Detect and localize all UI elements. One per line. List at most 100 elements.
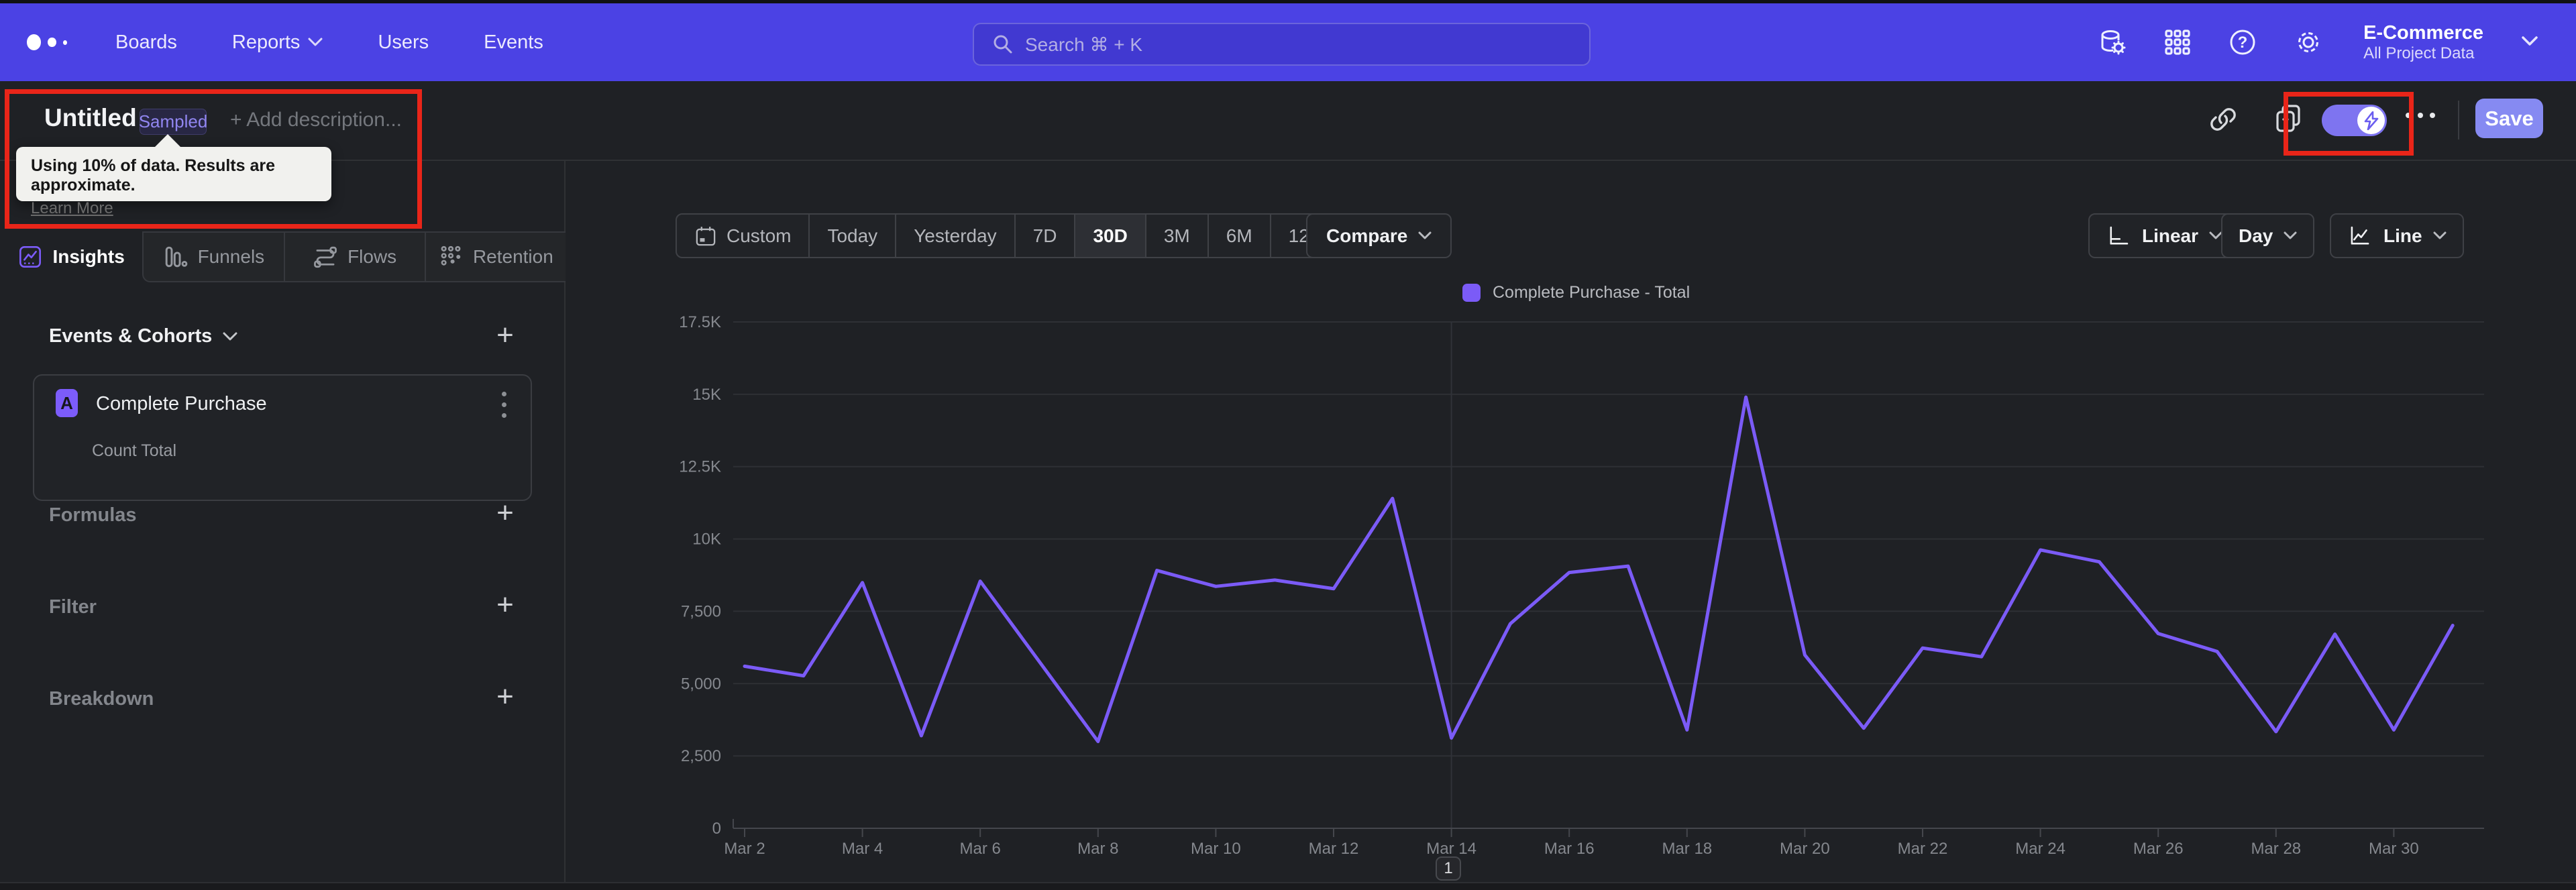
apps-grid-icon[interactable] xyxy=(2163,28,2192,56)
top-nav: Boards Reports Users Events Search ⌘ + K xyxy=(0,3,2576,81)
tab-insights[interactable]: Insights xyxy=(0,231,142,282)
event-letter-badge: A xyxy=(56,389,78,417)
range-7d[interactable]: 7D xyxy=(1016,215,1076,257)
range-yesterday[interactable]: Yesterday xyxy=(896,215,1016,257)
y-axis-label: 17.5K xyxy=(679,313,721,331)
search-input[interactable]: Search ⌘ + K xyxy=(973,23,1591,66)
nav-item-events[interactable]: Events xyxy=(484,32,543,54)
more-options-button[interactable] xyxy=(2406,113,2435,118)
range-today[interactable]: Today xyxy=(810,215,897,257)
tab-flows[interactable]: Flows xyxy=(284,231,426,282)
granularity-label: Day xyxy=(2239,225,2273,246)
report-title[interactable]: Untitled xyxy=(44,104,137,132)
x-axis-label: Mar 20 xyxy=(1780,840,1830,858)
page-1-button[interactable]: 1 xyxy=(1436,856,1461,881)
project-scope: All Project Data xyxy=(2363,44,2475,62)
scale-dropdown[interactable]: Linear xyxy=(2088,213,2241,258)
range-6m[interactable]: 6M xyxy=(1209,215,1271,257)
chart-type-label: Line xyxy=(2383,225,2422,246)
sampled-badge[interactable]: Sampled xyxy=(139,109,207,135)
x-axis-label: Mar 4 xyxy=(842,840,883,858)
nav-item-users[interactable]: Users xyxy=(378,32,429,54)
date-range-segmented-control: CustomTodayYesterday7D30D3M6M12M xyxy=(676,213,1344,258)
sampling-toggle[interactable] xyxy=(2322,105,2387,136)
x-axis-label: Mar 30 xyxy=(2369,840,2419,858)
settings-gear-icon[interactable] xyxy=(2294,27,2323,57)
save-button[interactable]: Save xyxy=(2475,99,2543,138)
search-placeholder: Search ⌘ + K xyxy=(1025,34,1143,55)
filter-section-label: Filter xyxy=(49,596,97,618)
x-axis-label: Mar 26 xyxy=(2133,840,2184,858)
compare-label: Compare xyxy=(1326,225,1408,246)
y-axis-label: 7,500 xyxy=(681,602,721,620)
nav-label: Boards xyxy=(115,31,177,53)
event-metric[interactable]: Count Total xyxy=(92,441,176,461)
divider xyxy=(2458,101,2459,140)
compare-button[interactable]: Compare xyxy=(1306,213,1452,258)
flows-icon xyxy=(314,246,337,268)
data-management-icon[interactable] xyxy=(2098,27,2127,57)
y-axis-label: 10K xyxy=(692,531,721,549)
range-custom[interactable]: Custom xyxy=(677,215,810,257)
granularity-dropdown[interactable]: Day xyxy=(2221,213,2315,258)
y-axis-label: 5,000 xyxy=(681,675,721,693)
add-event-button[interactable]: + xyxy=(490,321,520,351)
nav-item-reports[interactable]: Reports xyxy=(232,32,323,54)
range-30d[interactable]: 30D xyxy=(1075,215,1146,257)
add-description-button[interactable]: + Add description... xyxy=(230,109,402,131)
x-axis-label: Mar 22 xyxy=(1898,840,1948,858)
add-filter-button[interactable]: + xyxy=(490,590,520,621)
lightning-bolt-icon xyxy=(2364,111,2378,130)
nav-item-boards[interactable]: Boards xyxy=(115,32,177,54)
event-card[interactable]: A Complete Purchase Count Total xyxy=(33,374,532,501)
x-axis-label: Mar 28 xyxy=(2251,840,2301,858)
add-breakdown-button[interactable]: + xyxy=(490,682,520,713)
chevron-down-icon xyxy=(223,332,237,340)
tab-label: Funnels xyxy=(197,246,265,267)
mixpanel-logo-icon[interactable] xyxy=(27,34,67,50)
tab-retention[interactable]: Retention xyxy=(425,231,566,282)
calendar-icon xyxy=(696,226,716,245)
footer-strip xyxy=(0,882,2576,890)
project-name: E-Commerce xyxy=(2363,21,2483,44)
scale-label: Linear xyxy=(2142,225,2199,246)
y-axis-label: 0 xyxy=(712,820,721,838)
mixpanel-insights-app: Boards Reports Users Events Search ⌘ + K xyxy=(0,0,2576,890)
x-axis-label: Mar 10 xyxy=(1191,840,1241,858)
y-axis-label: 2,500 xyxy=(681,747,721,765)
y-axis-label: 15K xyxy=(692,386,721,404)
event-name[interactable]: Complete Purchase xyxy=(96,393,267,415)
nav-menu: Boards Reports Users Events xyxy=(115,32,543,54)
breakdown-section-label: Breakdown xyxy=(49,688,154,710)
x-axis-label: Mar 14 xyxy=(1426,840,1477,858)
event-options-kebab-icon[interactable] xyxy=(502,392,506,418)
toggle-knob xyxy=(2357,107,2385,134)
linear-axis-icon xyxy=(2110,226,2129,245)
query-sidebar: Insights Funnels Flows Retention Events … xyxy=(0,161,566,890)
help-icon[interactable]: ? xyxy=(2228,27,2257,57)
tab-funnels[interactable]: Funnels xyxy=(142,231,285,282)
insights-icon xyxy=(19,246,42,268)
add-to-board-icon[interactable] xyxy=(2274,103,2305,139)
chevron-down-icon[interactable] xyxy=(2521,36,2538,50)
report-type-tabs: Insights Funnels Flows Retention xyxy=(0,231,566,282)
series-complete-purchase-line xyxy=(743,395,2455,744)
events-cohorts-header[interactable]: Events & Cohorts xyxy=(49,325,237,347)
y-axis-label: 12.5K xyxy=(679,458,721,476)
tab-label: Insights xyxy=(52,246,125,267)
x-axis-label: Mar 24 xyxy=(2015,840,2065,858)
formulas-section-label: Formulas xyxy=(49,504,137,526)
x-axis-label: Mar 16 xyxy=(1544,840,1595,858)
chart-type-dropdown[interactable]: Line xyxy=(2330,213,2464,258)
learn-more-link[interactable]: Learn More xyxy=(31,199,113,218)
line-chart[interactable]: 0 2,500 5,000 7,500 10K 12.5K 15K 17.5K Mar 2 Mar… xyxy=(566,295,2576,890)
project-selector[interactable]: E-Commerce All Project Data xyxy=(2363,22,2483,63)
tab-label: Retention xyxy=(472,246,553,267)
retention-icon xyxy=(441,245,461,266)
nav-label: Users xyxy=(378,31,429,53)
copy-link-icon[interactable] xyxy=(2208,105,2238,137)
chevron-down-icon xyxy=(308,38,323,46)
add-formula-button[interactable]: + xyxy=(490,498,520,529)
range-3m[interactable]: 3M xyxy=(1146,215,1209,257)
nav-label: Events xyxy=(484,31,543,53)
